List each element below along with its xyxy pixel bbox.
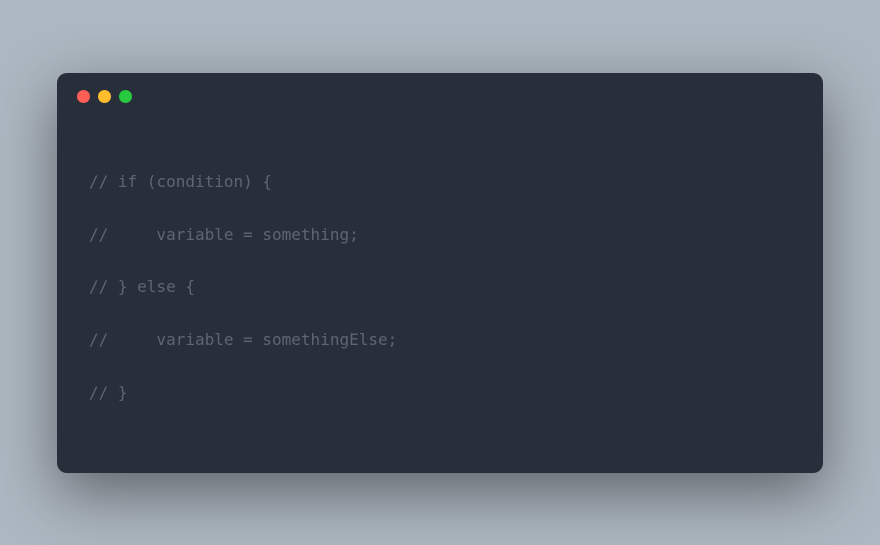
code-comment-line: // } <box>89 380 791 406</box>
maximize-icon[interactable] <box>119 90 132 103</box>
code-comment-line: // if (condition) { <box>89 169 791 195</box>
minimize-icon[interactable] <box>98 90 111 103</box>
code-window: // if (condition) { // variable = someth… <box>57 73 823 473</box>
code-comment-line: // variable = something; <box>89 222 791 248</box>
blank-line <box>89 433 791 459</box>
code-comment-line: // } else { <box>89 274 791 300</box>
close-icon[interactable] <box>77 90 90 103</box>
code-area: // if (condition) { // variable = someth… <box>57 121 823 473</box>
code-comment-line: // variable = somethingElse; <box>89 327 791 353</box>
window-titlebar <box>57 73 823 121</box>
